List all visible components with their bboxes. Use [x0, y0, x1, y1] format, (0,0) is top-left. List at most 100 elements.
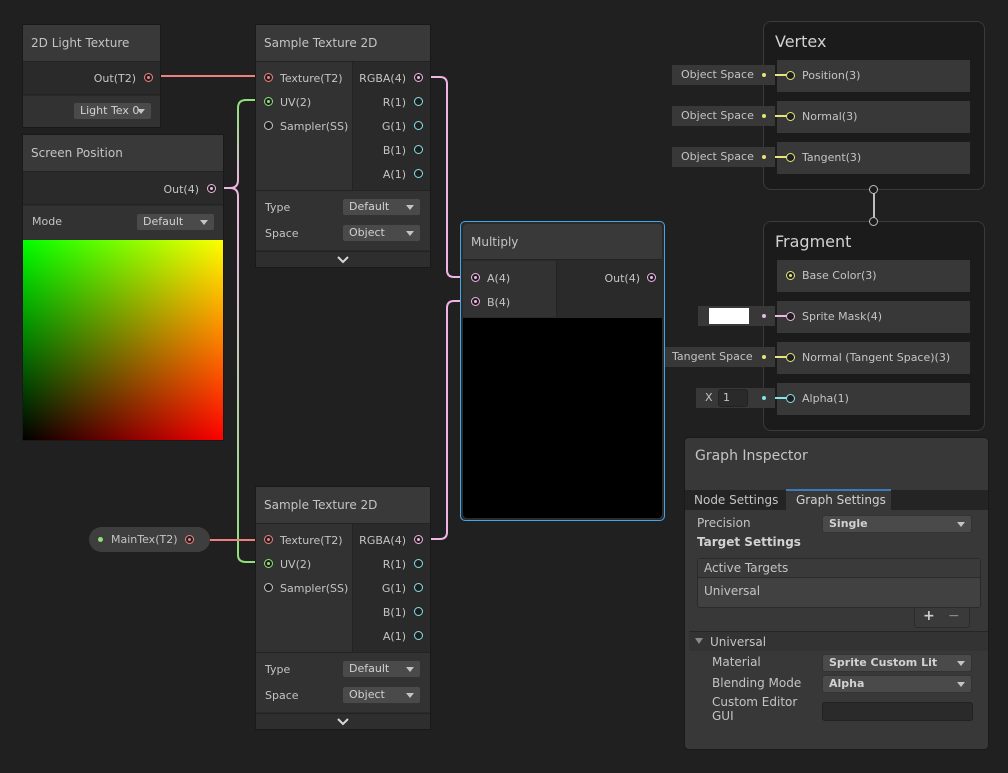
- vertex-normal-default[interactable]: Object Space: [672, 106, 775, 126]
- input-port-sampler[interactable]: [264, 583, 273, 592]
- space-dropdown[interactable]: Object: [342, 686, 421, 704]
- inspector-header: [685, 438, 988, 490]
- port-label-a: A(1): [382, 630, 406, 643]
- custom-editor-gui-input[interactable]: [822, 702, 973, 721]
- chevron-down-icon: [957, 661, 965, 666]
- input-port-sampler[interactable]: [264, 121, 273, 130]
- wire-screenpos-to-uv-top[interactable]: [218, 99, 259, 189]
- output-port-out[interactable]: [647, 273, 656, 282]
- add-target-button[interactable]: +: [923, 608, 935, 624]
- context-title: Vertex: [775, 32, 827, 51]
- fragment-context[interactable]: Fragment Base Color(3) Sprite Mask(4) No…: [763, 217, 985, 431]
- output-port-rgba[interactable]: [414, 535, 423, 544]
- expand-button[interactable]: [256, 713, 430, 729]
- mode-label: Mode: [32, 215, 62, 228]
- alpha-value: 1: [723, 391, 730, 404]
- node-title: Screen Position: [23, 135, 223, 172]
- output-port-b[interactable]: [414, 145, 423, 154]
- input-port-a[interactable]: [471, 273, 480, 282]
- universal-foldout[interactable]: Universal: [689, 631, 988, 651]
- space-value: Tangent Space: [672, 350, 753, 363]
- remove-target-button[interactable]: −: [948, 608, 960, 624]
- output-port-g[interactable]: [414, 121, 423, 130]
- vertex-slot-tangent[interactable]: Tangent(3): [777, 142, 970, 174]
- port-label-out: Out(4): [604, 272, 640, 285]
- port-label-a: A(4): [487, 272, 511, 285]
- port-dot-icon: [762, 73, 766, 77]
- output-port-texture[interactable]: [185, 535, 194, 544]
- chevron-down-icon: [406, 693, 414, 698]
- input-port-tangent[interactable]: [786, 153, 795, 162]
- port-dot-icon: [762, 396, 766, 400]
- light-texture-dropdown[interactable]: Light Tex 0: [73, 102, 152, 120]
- output-port-b[interactable]: [414, 607, 423, 616]
- output-port-r[interactable]: [414, 97, 423, 106]
- chevron-down-icon: [957, 522, 965, 527]
- type-dropdown[interactable]: Default: [342, 660, 421, 678]
- space-dropdown[interactable]: Object: [342, 224, 421, 242]
- active-targets-list[interactable]: Active Targets Universal: [697, 558, 981, 608]
- preview-image: [463, 318, 662, 518]
- color-swatch[interactable]: [709, 308, 749, 324]
- output-port-a[interactable]: [414, 631, 423, 640]
- port-dot-icon: [762, 314, 766, 318]
- input-port-normal[interactable]: [786, 353, 795, 362]
- vertex-context[interactable]: Vertex Position(3) Normal(3) Tangent(3): [763, 21, 985, 194]
- output-port-rgba[interactable]: [414, 73, 423, 82]
- output-port-vector4[interactable]: [207, 184, 216, 193]
- triangle-down-icon: [695, 638, 703, 644]
- node-sample-texture-2d-top[interactable]: Sample Texture 2D Texture(T2) UV(2) Samp…: [255, 24, 431, 268]
- node-sample-texture-2d-bottom[interactable]: Sample Texture 2D Texture(T2) UV(2) Samp…: [255, 486, 431, 730]
- fragment-slot-alpha[interactable]: Alpha(1): [777, 383, 970, 415]
- tab-graph-settings[interactable]: Graph Settings: [786, 489, 891, 510]
- alpha-value-input[interactable]: 1: [718, 389, 748, 407]
- inspector-title: Graph Inspector: [695, 448, 808, 464]
- graph-inspector[interactable]: Graph Inspector Node Settings Graph Sett…: [684, 437, 989, 750]
- fragment-slot-normal[interactable]: Normal (Tangent Space)(3): [777, 342, 970, 374]
- input-port-normal[interactable]: [786, 112, 795, 121]
- node-2d-light-texture[interactable]: 2D Light Texture Out(T2) Light Tex 0: [22, 24, 161, 128]
- output-port-texture[interactable]: [144, 73, 153, 82]
- input-port-base-color[interactable]: [786, 271, 795, 280]
- space-value: Object Space: [681, 68, 754, 81]
- sprite-mask-default[interactable]: [698, 306, 775, 326]
- fragment-slot-base-color[interactable]: Base Color(3): [777, 260, 970, 292]
- port-label-g: G(1): [381, 582, 406, 595]
- input-port-uv[interactable]: [264, 97, 273, 106]
- material-dropdown[interactable]: Sprite Custom Lit: [822, 654, 972, 672]
- inline-connector: [775, 315, 787, 317]
- input-port-b[interactable]: [471, 297, 480, 306]
- precision-dropdown[interactable]: Single: [822, 515, 972, 533]
- type-dropdown[interactable]: Default: [342, 198, 421, 216]
- output-port-g[interactable]: [414, 583, 423, 592]
- vertex-slot-position[interactable]: Position(3): [777, 60, 970, 92]
- node-screen-position[interactable]: Screen Position Out(4) Mode Default: [22, 134, 224, 441]
- property-maintex[interactable]: MainTex(T2): [89, 527, 210, 552]
- vertex-tangent-default[interactable]: Object Space: [672, 147, 775, 167]
- alpha-default[interactable]: X 1: [696, 388, 775, 408]
- port-dot-icon: [762, 155, 766, 159]
- input-port-position[interactable]: [786, 71, 795, 80]
- mode-dropdown[interactable]: Default: [136, 213, 215, 231]
- input-port-texture[interactable]: [264, 73, 273, 82]
- minus-icon: −: [948, 608, 960, 624]
- foldout-label: Universal: [710, 635, 767, 649]
- input-port-uv[interactable]: [264, 559, 273, 568]
- vertex-position-default[interactable]: Object Space: [672, 65, 775, 85]
- blending-mode-dropdown[interactable]: Alpha: [822, 675, 972, 693]
- list-item[interactable]: Universal: [704, 584, 760, 598]
- normal-space-default[interactable]: Tangent Space: [665, 347, 775, 367]
- input-port-alpha[interactable]: [786, 394, 795, 403]
- dropdown-value: Default: [349, 200, 390, 213]
- tab-node-settings[interactable]: Node Settings: [685, 490, 786, 510]
- node-title: Sample Texture 2D: [256, 487, 430, 524]
- vertex-slot-normal[interactable]: Normal(3): [777, 101, 970, 133]
- space-value: Object Space: [681, 150, 754, 163]
- expand-button[interactable]: [256, 251, 430, 267]
- output-port-r[interactable]: [414, 559, 423, 568]
- input-port-sprite-mask[interactable]: [786, 312, 795, 321]
- fragment-slot-sprite-mask[interactable]: Sprite Mask(4): [777, 301, 970, 333]
- input-port-texture[interactable]: [264, 535, 273, 544]
- node-multiply[interactable]: Multiply A(4) B(4) Out(4): [460, 221, 665, 521]
- output-port-a[interactable]: [414, 169, 423, 178]
